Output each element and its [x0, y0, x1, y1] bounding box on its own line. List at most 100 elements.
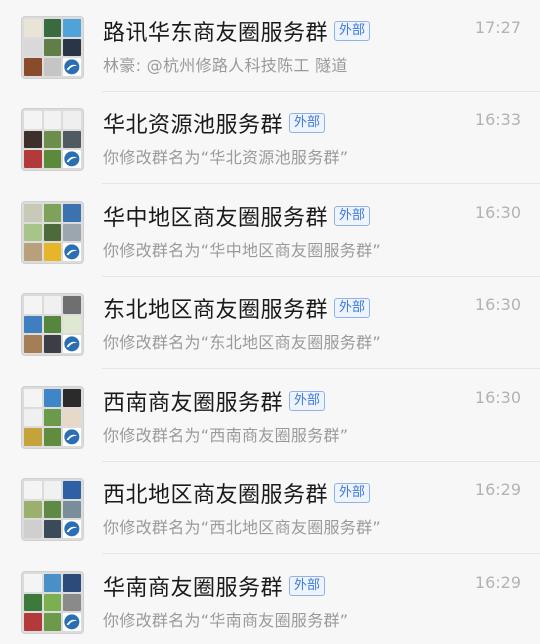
avatar-tile: [24, 481, 42, 499]
external-badge: 外部: [334, 206, 371, 226]
chat-timestamp: 16:30: [474, 203, 521, 222]
avatar-tile: [63, 500, 81, 519]
avatar-tile: [24, 58, 42, 76]
avatar-tile: [43, 500, 62, 519]
row-divider: [102, 553, 540, 554]
avatar-tile: [43, 613, 62, 631]
avatar-tile: [24, 389, 42, 407]
group-avatar: [21, 201, 84, 264]
avatar-tile: [63, 481, 81, 499]
avatar-tile: [63, 613, 81, 631]
avatar-tile: [43, 574, 62, 592]
avatar-tile: [24, 150, 42, 168]
chat-row[interactable]: 华中地区商友圈服务群 外部你修改群名为“华中地区商友圈服务群” 16:30: [0, 185, 540, 277]
avatar-tile: [63, 593, 81, 612]
chat-last-message: 你修改群名为“西北地区商友圈服务群”: [103, 518, 381, 537]
chat-timestamp: 16:29: [474, 573, 521, 592]
chat-last-message: 林豪: @杭州修路人科技陈工 隧道: [103, 56, 348, 75]
avatar-tile: [63, 111, 81, 129]
avatar-tile: [24, 315, 42, 334]
avatar-tile: [43, 481, 62, 499]
chat-title: 华北资源池服务群: [103, 113, 284, 138]
chat-timestamp: 16:30: [474, 388, 521, 407]
avatar-tile: [63, 204, 81, 222]
avatar-tile: [43, 296, 62, 314]
group-avatar: [21, 478, 84, 541]
avatar-tile: [63, 243, 81, 261]
chat-title-line: 华北资源池服务群 外部: [103, 105, 326, 141]
avatar-tile: [24, 243, 42, 261]
chat-last-message: 你修改群名为“西南商友圈服务群”: [103, 426, 349, 445]
chat-timestamp: 16:30: [474, 295, 521, 314]
avatar-tile: [43, 38, 62, 57]
avatar-tile: [63, 574, 81, 592]
avatar-tile: [24, 574, 42, 592]
chat-row[interactable]: 西北地区商友圈服务群 外部你修改群名为“西北地区商友圈服务群” 16:29: [0, 462, 540, 554]
external-badge: 外部: [289, 576, 326, 596]
chat-title: 华中地区商友圈服务群: [103, 206, 329, 231]
avatar-tile: [63, 130, 81, 149]
chat-last-message: 你修改群名为“华中地区商友圈服务群”: [103, 241, 381, 260]
avatar-tile: [43, 243, 62, 261]
avatar-tile: [43, 593, 62, 612]
avatar-tile: [43, 408, 62, 427]
chat-timestamp: 16:29: [474, 480, 521, 499]
chat-title: 路讯华东商友圈服务群: [103, 21, 329, 46]
row-divider: [102, 183, 540, 184]
avatar-tile: [63, 428, 81, 446]
chat-last-message: 你修改群名为“华北资源池服务群”: [103, 148, 349, 167]
avatar-tile: [43, 389, 62, 407]
avatar-tile: [24, 500, 42, 519]
external-badge: 外部: [289, 113, 326, 133]
group-avatar: [21, 571, 84, 634]
chat-title: 西南商友圈服务群: [103, 391, 284, 416]
chat-timestamp: 16:33: [474, 110, 521, 129]
avatar-tile: [43, 428, 62, 446]
avatar-tile: [43, 315, 62, 334]
chat-row[interactable]: 路讯华东商友圈服务群 外部林豪: @杭州修路人科技陈工 隧道 17:27: [0, 0, 540, 92]
chat-title: 华南商友圈服务群: [103, 576, 284, 601]
avatar-tile: [63, 38, 81, 57]
avatar-tile: [24, 520, 42, 538]
external-badge: 外部: [334, 483, 371, 503]
brand-logo-icon: [63, 428, 81, 446]
chat-title-line: 路讯华东商友圈服务群 外部: [103, 13, 371, 49]
avatar-tile: [43, 335, 62, 353]
avatar-tile: [63, 315, 81, 334]
chat-last-message: 你修改群名为“华南商友圈服务群”: [103, 611, 349, 630]
avatar-tile: [63, 520, 81, 538]
chat-row[interactable]: 华北资源池服务群 外部你修改群名为“华北资源池服务群” 16:33: [0, 92, 540, 184]
row-divider: [102, 368, 540, 369]
avatar-tile: [63, 150, 81, 168]
avatar-tile: [43, 204, 62, 222]
group-avatar: [21, 386, 84, 449]
avatar-tile: [24, 296, 42, 314]
chat-row[interactable]: 东北地区商友圈服务群 外部 你修改群名为“东北地区商友圈服务群” 16:30: [0, 277, 540, 369]
avatar-tile: [63, 408, 81, 427]
chat-title: 西北地区商友圈服务群: [103, 483, 329, 508]
avatar-tile: [24, 428, 42, 446]
chat-title-line: 西南商友圈服务群 外部: [103, 383, 326, 419]
avatar-tile: [24, 130, 42, 149]
avatar-tile: [24, 613, 42, 631]
avatar-tile: [63, 19, 81, 37]
avatar-tile: [24, 335, 42, 353]
chat-title-line: 华南商友圈服务群 外部: [103, 568, 326, 604]
avatar-tile: [43, 520, 62, 538]
avatar-tile: [24, 204, 42, 222]
chat-row[interactable]: 西南商友圈服务群 外部你修改群名为“西南商友圈服务群” 16:30: [0, 370, 540, 462]
avatar-tile: [43, 58, 62, 76]
chat-title-line: 东北地区商友圈服务群 外部: [103, 290, 371, 326]
chat-title: 东北地区商友圈服务群: [103, 298, 329, 323]
chat-row[interactable]: 华南商友圈服务群 外部你修改群名为“华南商友圈服务群” 16:29: [0, 555, 540, 644]
avatar-tile: [63, 296, 81, 314]
chat-title-line: 西北地区商友圈服务群 外部: [103, 475, 371, 511]
brand-logo-icon: [63, 150, 81, 168]
avatar-tile: [43, 130, 62, 149]
avatar-tile: [63, 223, 81, 242]
avatar-tile: [63, 58, 81, 76]
chat-timestamp: 17:27: [474, 18, 521, 37]
brand-logo-icon: [63, 613, 81, 631]
group-avatar: [21, 16, 84, 79]
group-avatar: [21, 108, 84, 171]
